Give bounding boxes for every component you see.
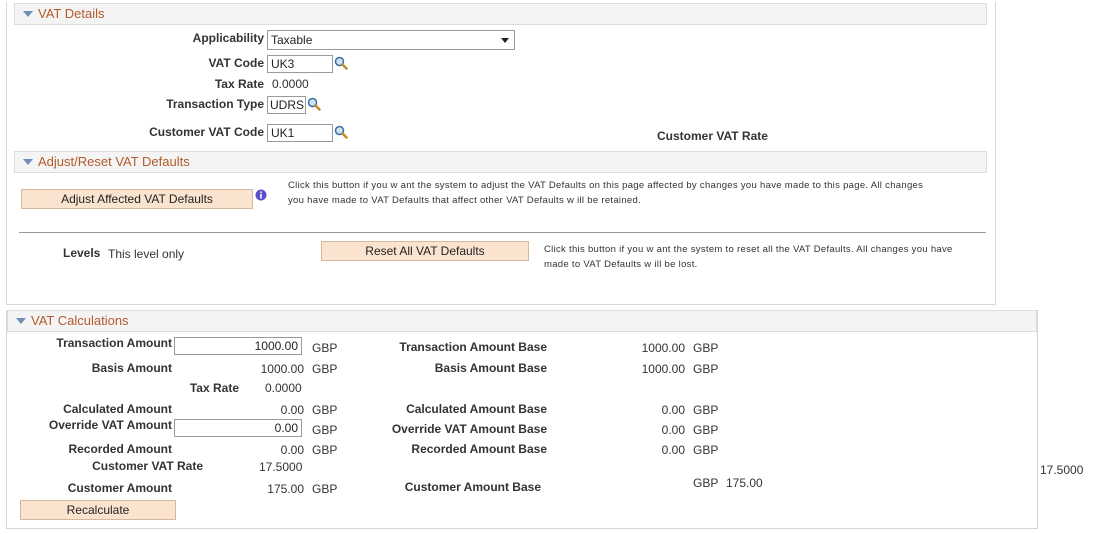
- transaction-amount-label: Transaction Amount: [56, 336, 172, 350]
- collapse-triangle-icon[interactable]: [23, 159, 33, 165]
- adjust-reset-header[interactable]: Adjust/Reset VAT Defaults: [14, 151, 987, 173]
- outside-customer-vat-rate-value: 17.5000: [1040, 463, 1084, 477]
- reset-help-text: Click this button if you w ant the syste…: [544, 242, 989, 272]
- currency-label: GBP: [693, 362, 719, 376]
- currency-label: GBP: [312, 443, 338, 457]
- customer-vat-code-input[interactable]: UK1: [267, 124, 333, 142]
- currency-label: GBP: [693, 341, 719, 355]
- recorded-amount-value: 0.00: [280, 443, 304, 457]
- override-vat-amount-label: Override VAT Amount: [48, 418, 172, 432]
- collapse-triangle-icon[interactable]: [16, 318, 26, 324]
- transaction-amount-base-value: 1000.00: [641, 341, 685, 355]
- adjust-help-text: Click this button if you w ant the syste…: [288, 178, 988, 208]
- customer-vat-code-label: Customer VAT Code: [149, 125, 264, 139]
- currency-label: GBP: [312, 341, 338, 355]
- applicability-select[interactable]: Taxable: [267, 30, 515, 50]
- currency-label: GBP: [693, 423, 719, 437]
- basis-amount-label: Basis Amount: [91, 361, 172, 375]
- transaction-amount-input[interactable]: 1000.00: [174, 337, 302, 355]
- override-vat-amount-value: 0.00: [274, 421, 298, 435]
- calculated-amount-base-label: Calculated Amount Base: [406, 402, 547, 416]
- customer-vat-rate-label: Customer VAT Rate: [92, 459, 203, 473]
- currency-label: GBP: [693, 476, 719, 490]
- reset-help-line: made to VAT Defaults w ill be lost.: [544, 259, 698, 270]
- transaction-type-value: UDRS: [270, 98, 305, 112]
- section-title: VAT Calculations: [31, 313, 129, 328]
- section-title: VAT Details: [38, 6, 105, 21]
- adjust-help-line: Click this button if you w ant the syste…: [288, 180, 924, 191]
- calculated-amount-value: 0.00: [280, 403, 304, 417]
- basis-amount-value: 1000.00: [260, 362, 304, 376]
- override-vat-amount-base-label: Override VAT Amount Base: [391, 422, 547, 436]
- vat-details-header[interactable]: VAT Details: [14, 3, 987, 25]
- transaction-amount-value: 1000.00: [254, 339, 298, 353]
- levels-value: This level only: [108, 247, 185, 261]
- collapse-triangle-icon[interactable]: [23, 11, 33, 17]
- lookup-magnifier-icon[interactable]: [334, 125, 348, 139]
- recorded-amount-base-label: Recorded Amount Base: [411, 442, 547, 456]
- applicability-label: Applicability: [192, 31, 264, 45]
- tax-rate-label: Tax Rate: [214, 77, 264, 91]
- customer-vat-code-value: UK1: [271, 126, 295, 140]
- override-vat-amount-base-value: 0.00: [661, 423, 685, 437]
- currency-label: GBP: [312, 482, 338, 496]
- currency-label: GBP: [312, 362, 338, 376]
- adjust-affected-vat-defaults-button[interactable]: Adjust Affected VAT Defaults: [21, 189, 253, 209]
- levels-label: Levels: [63, 246, 101, 260]
- calculated-amount-label: Calculated Amount: [63, 402, 172, 416]
- lookup-magnifier-icon[interactable]: [307, 97, 321, 111]
- vat-calculations-header[interactable]: VAT Calculations: [7, 310, 1037, 332]
- tax-rate-label: Tax Rate: [189, 381, 239, 395]
- dropdown-arrow-icon[interactable]: [501, 38, 509, 43]
- adjust-help-line: you have made to VAT Defaults that affec…: [288, 195, 642, 206]
- vat-code-value: UK3: [271, 57, 295, 71]
- info-icon[interactable]: [255, 189, 267, 201]
- customer-amount-value: 175.00: [267, 482, 304, 496]
- customer-vat-rate-value: 17.5000: [259, 460, 303, 474]
- tax-rate-value: 0.0000: [272, 77, 309, 91]
- override-vat-amount-input[interactable]: 0.00: [174, 419, 302, 437]
- transaction-type-label: Transaction Type: [166, 97, 264, 111]
- tax-rate-value: 0.0000: [265, 381, 302, 395]
- currency-label: GBP: [693, 403, 719, 417]
- divider: [19, 232, 986, 233]
- customer-vat-rate-label: Customer VAT Rate: [657, 129, 768, 143]
- basis-amount-base-label: Basis Amount Base: [434, 361, 547, 375]
- currency-label: GBP: [312, 403, 338, 417]
- transaction-amount-base-label: Transaction Amount Base: [399, 340, 547, 354]
- currency-label: GBP: [312, 423, 338, 437]
- recorded-amount-label: Recorded Amount: [68, 442, 172, 456]
- calculated-amount-base-value: 0.00: [661, 403, 685, 417]
- recorded-amount-base-value: 0.00: [661, 443, 685, 457]
- reset-all-vat-defaults-button[interactable]: Reset All VAT Defaults: [321, 241, 529, 261]
- recalculate-button[interactable]: Recalculate: [20, 500, 176, 520]
- lookup-magnifier-icon[interactable]: [334, 56, 348, 70]
- section-title: Adjust/Reset VAT Defaults: [38, 154, 190, 169]
- customer-amount-label: Customer Amount: [67, 481, 172, 495]
- basis-amount-base-value: 1000.00: [641, 362, 685, 376]
- applicability-value: Taxable: [271, 33, 313, 47]
- reset-help-line: Click this button if you w ant the syste…: [544, 244, 953, 255]
- transaction-type-input[interactable]: UDRS: [267, 96, 306, 114]
- vat-code-input[interactable]: UK3: [267, 55, 333, 73]
- customer-amount-base-value: 175.00: [726, 476, 763, 490]
- vat-code-label: VAT Code: [208, 56, 264, 70]
- customer-amount-base-label: Customer Amount Base: [404, 480, 541, 494]
- currency-label: GBP: [693, 443, 719, 457]
